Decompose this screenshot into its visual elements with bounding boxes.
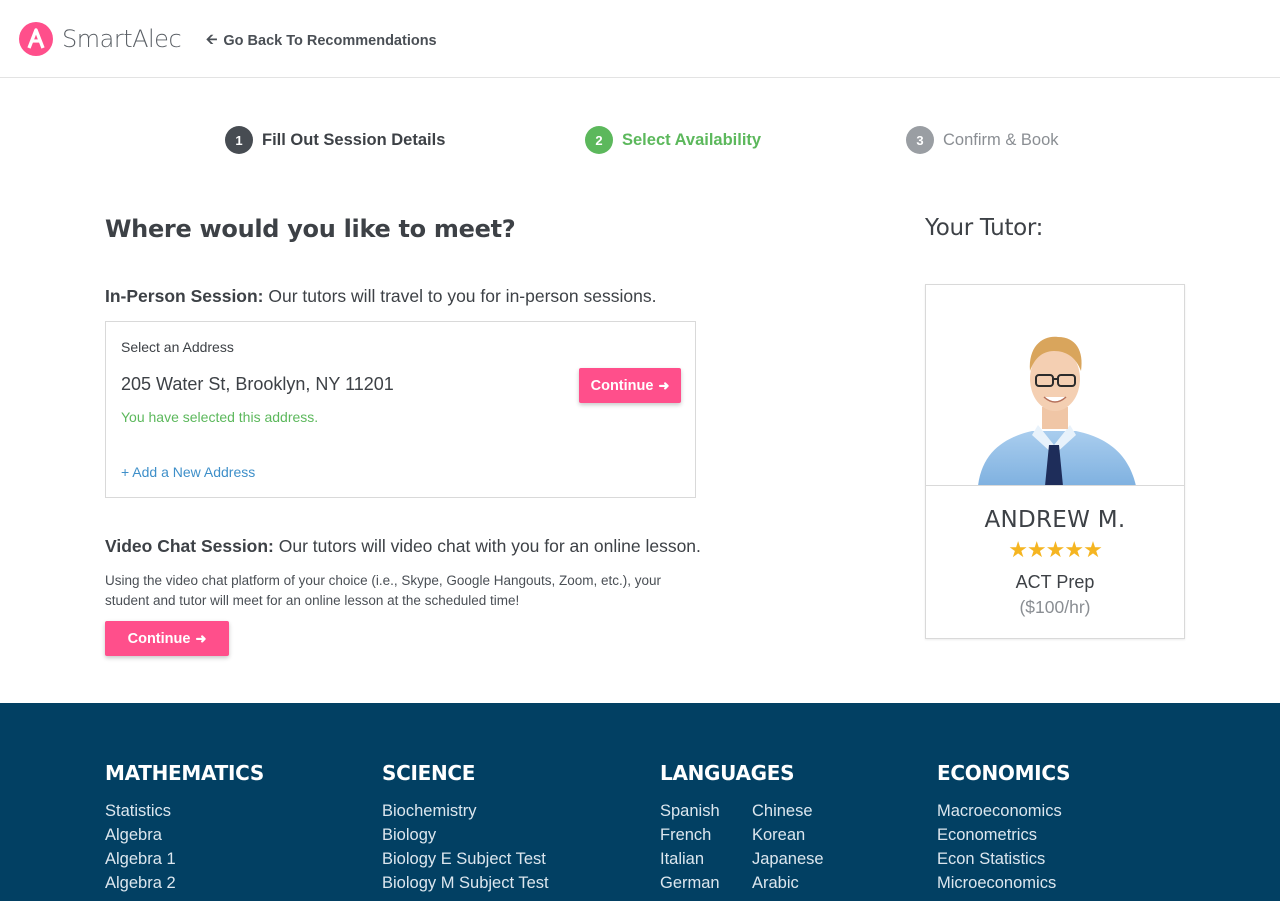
step-number: 2: [585, 126, 613, 154]
select-address-label: Select an Address: [121, 339, 234, 355]
tutor-section-title: Your Tutor:: [925, 215, 1044, 241]
tutor-rate: ($100/hr): [1019, 597, 1091, 617]
add-address-link[interactable]: + Add a New Address: [121, 464, 255, 480]
arrow-right-icon: ➜: [658, 377, 670, 393]
step-label: Confirm & Book: [943, 130, 1059, 149]
step-select-availability: 2 Select Availability: [585, 126, 761, 154]
continue-label: Continue: [127, 630, 191, 647]
selected-address[interactable]: 205 Water St, Brooklyn, NY 11201: [121, 374, 394, 395]
video-chat-label: Video Chat Session:: [105, 536, 274, 556]
video-continue-button[interactable]: Continue ➜: [105, 621, 229, 656]
top-header: SmartAlec 🡨 Go Back To Recommendations: [0, 0, 1280, 78]
footer-link[interactable]: Macroeconomics: [937, 799, 1070, 823]
footer-heading: LANGUAGES: [660, 761, 795, 785]
footer-link[interactable]: Biology E Subject Test: [382, 847, 549, 871]
languages-column-a: Spanish French Italian German: [660, 799, 752, 895]
star-rating-icon: ★★★★★: [1008, 537, 1103, 562]
footer-link[interactable]: Microeconomics: [937, 871, 1070, 895]
footer-link[interactable]: German: [660, 871, 752, 895]
footer-column-economics: ECONOMICS Macroeconomics Econometrics Ec…: [937, 761, 1070, 895]
footer-link[interactable]: Biology: [382, 823, 549, 847]
tutor-photo: [926, 285, 1184, 486]
back-to-recommendations-link[interactable]: 🡨 Go Back To Recommendations: [206, 29, 437, 53]
footer-column-science: SCIENCE Biochemistry Biology Biology E S…: [382, 761, 549, 895]
page-title: Where would you like to meet?: [105, 215, 516, 243]
step-confirm-book: 3 Confirm & Book: [906, 126, 1059, 154]
footer-link[interactable]: Chinese: [752, 799, 844, 823]
logo-mark-icon: [19, 22, 53, 56]
back-link-label: Go Back To Recommendations: [223, 33, 437, 49]
address-selected-note: You have selected this address.: [121, 409, 319, 425]
footer-link[interactable]: Algebra: [105, 823, 264, 847]
footer-column-languages: LANGUAGES Spanish French Italian German …: [660, 761, 844, 895]
step-label: Fill Out Session Details: [262, 130, 446, 149]
footer-link[interactable]: Algebra 1: [105, 847, 264, 871]
footer-link[interactable]: Econ Statistics: [937, 847, 1070, 871]
continue-label: Continue: [590, 377, 654, 394]
languages-column-b: Chinese Korean Japanese Arabic: [752, 799, 844, 895]
site-footer: MATHEMATICS Statistics Algebra Algebra 1…: [0, 703, 1280, 901]
footer-heading: SCIENCE: [382, 761, 476, 785]
footer-link[interactable]: Arabic: [752, 871, 844, 895]
in-person-heading: In-Person Session: Our tutors will trave…: [105, 286, 656, 307]
video-chat-text: Our tutors will video chat with you for …: [273, 536, 701, 556]
footer-link[interactable]: Spanish: [660, 799, 752, 823]
footer-link[interactable]: Algebra 2: [105, 871, 264, 895]
footer-link[interactable]: Japanese: [752, 847, 844, 871]
footer-link[interactable]: French: [660, 823, 752, 847]
tutor-subject: ACT Prep: [1015, 572, 1095, 592]
brand-logo[interactable]: SmartAlec: [19, 22, 182, 56]
step-number: 3: [906, 126, 934, 154]
footer-link[interactable]: Statistics: [105, 799, 264, 823]
footer-link[interactable]: Italian: [660, 847, 752, 871]
step-label: Select Availability: [622, 130, 762, 149]
tutor-name: ANDREW M.: [984, 507, 1126, 533]
video-chat-heading: Video Chat Session: Our tutors will vide…: [105, 536, 701, 557]
video-chat-description: Using the video chat platform of your ch…: [105, 573, 662, 608]
footer-column-mathematics: MATHEMATICS Statistics Algebra Algebra 1…: [105, 761, 264, 895]
in-person-text: Our tutors will travel to you for in-per…: [263, 286, 657, 306]
tutor-card: ANDREW M. ★★★★★ ACT Prep ($100/hr): [925, 284, 1185, 639]
footer-heading: ECONOMICS: [937, 761, 1071, 785]
footer-link[interactable]: Biochemistry: [382, 799, 549, 823]
footer-link[interactable]: Korean: [752, 823, 844, 847]
footer-link[interactable]: Biology M Subject Test: [382, 871, 549, 895]
address-panel: Select an Address 205 Water St, Brooklyn…: [105, 321, 696, 498]
languages-grid: Spanish French Italian German Chinese Ko…: [660, 799, 844, 895]
brand-name: SmartAlec: [62, 25, 182, 53]
step-fill-details: 1 Fill Out Session Details: [225, 126, 445, 154]
arrow-left-icon: 🡨: [206, 31, 218, 47]
footer-link[interactable]: Econometrics: [937, 823, 1070, 847]
in-person-label: In-Person Session:: [105, 286, 264, 306]
arrow-right-icon: ➜: [195, 630, 207, 646]
step-number: 1: [225, 126, 253, 154]
footer-heading: MATHEMATICS: [105, 761, 264, 785]
in-person-continue-button[interactable]: Continue ➜: [579, 368, 681, 403]
